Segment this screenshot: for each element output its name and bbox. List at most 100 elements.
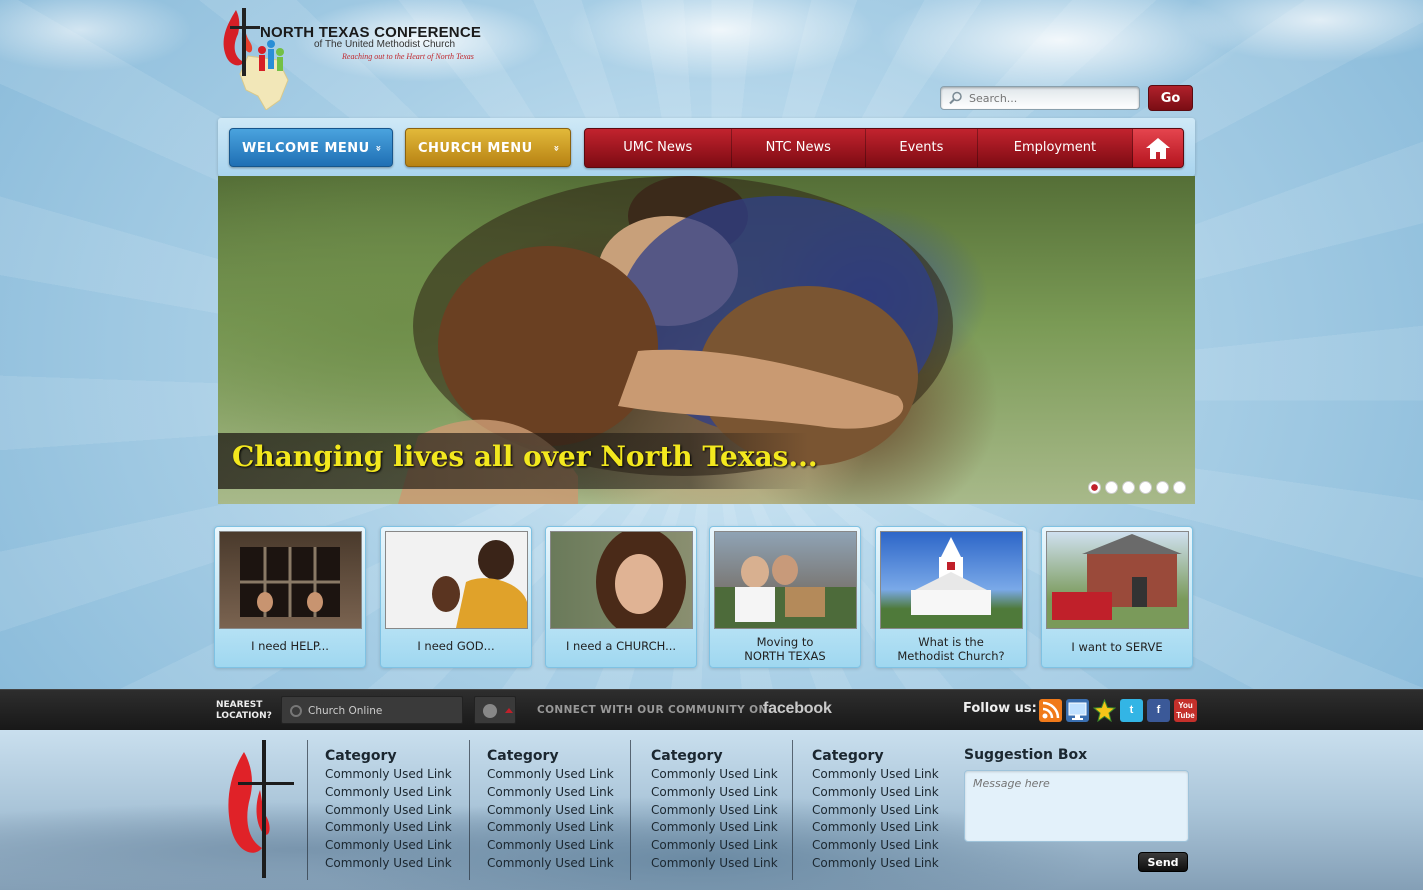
home-button[interactable] [1133, 129, 1183, 167]
slide-indicators [1088, 481, 1186, 494]
tile-image [880, 531, 1023, 629]
footer-category-heading: Category [812, 748, 884, 764]
chevron-down-icon[interactable]: » [359, 135, 398, 163]
location-globe-button[interactable] [474, 696, 516, 724]
slide-dot[interactable] [1156, 481, 1169, 494]
tile-image [385, 531, 528, 629]
welcome-menu-label: WELCOME MENU [242, 141, 370, 156]
location-pin-icon [290, 705, 302, 717]
footer-link[interactable]: Commonly Used Link [812, 784, 939, 802]
tile-moving-to-north-texas[interactable]: Moving to NORTH TEXAS [709, 526, 861, 668]
site-logo[interactable]: NORTH TEXAS CONFERENCE of The United Met… [218, 8, 481, 110]
suggestion-message-field[interactable] [964, 770, 1189, 842]
tile-need-church[interactable]: I need a CHURCH... [545, 526, 697, 668]
search-icon [949, 91, 962, 105]
footer-link[interactable]: Commonly Used Link [812, 855, 939, 873]
send-button[interactable]: Send [1138, 852, 1188, 872]
footer-link[interactable]: Commonly Used Link [325, 855, 452, 873]
footer-link[interactable]: Commonly Used Link [325, 819, 452, 837]
tile-label: I need GOD... [417, 639, 495, 653]
tile-image [219, 531, 362, 629]
location-field[interactable] [281, 696, 463, 724]
slide-dot[interactable] [1173, 481, 1186, 494]
footer-link[interactable]: Commonly Used Link [325, 784, 452, 802]
footer-link[interactable]: Commonly Used Link [487, 837, 614, 855]
monitor-icon[interactable] [1066, 699, 1089, 722]
search-box[interactable] [940, 86, 1140, 110]
slide-dot[interactable] [1139, 481, 1152, 494]
hero-slideshow[interactable]: Changing lives all over North Texas... [218, 176, 1195, 504]
facebook-link[interactable]: facebook [763, 700, 832, 718]
chevron-down-icon[interactable]: » [537, 135, 576, 163]
footer-column: Category Commonly Used Link Commonly Use… [651, 740, 778, 880]
feature-tiles: I need HELP... I need GOD... I need a CH… [214, 526, 1196, 668]
nav-item-umc-news[interactable]: UMC News [585, 129, 732, 167]
footer-link[interactable]: Commonly Used Link [487, 855, 614, 873]
footer-link[interactable]: Commonly Used Link [812, 819, 939, 837]
footer-category-heading: Category [487, 748, 559, 764]
suggestion-box-title: Suggestion Box [964, 747, 1088, 763]
cross-flame-icon [228, 740, 294, 878]
hero-caption: Changing lives all over North Texas... [232, 440, 818, 473]
tile-label: What is the Methodist Church? [897, 635, 1005, 663]
footer-link[interactable]: Commonly Used Link [487, 766, 614, 784]
tile-need-god[interactable]: I need GOD... [380, 526, 532, 668]
footer-link[interactable]: Commonly Used Link [487, 802, 614, 820]
footer-link[interactable]: Commonly Used Link [651, 802, 778, 820]
tile-label: I need a CHURCH... [565, 639, 677, 653]
globe-icon [483, 704, 497, 718]
footer-link[interactable]: Commonly Used Link [487, 819, 614, 837]
tile-label: I want to SERVE [1071, 640, 1163, 654]
church-menu-label: CHURCH MENU [418, 141, 533, 156]
nav-item-employment[interactable]: Employment [978, 129, 1134, 167]
tile-image [714, 531, 857, 629]
welcome-menu-button[interactable]: WELCOME MENU » [229, 128, 393, 167]
tile-want-to-serve[interactable]: I want to SERVE [1041, 526, 1193, 668]
youtube-icon[interactable]: You Tube [1174, 699, 1197, 722]
footer-divider [469, 740, 470, 880]
facebook-icon[interactable]: f [1147, 699, 1170, 722]
footer-category-heading: Category [651, 748, 723, 764]
footer-link[interactable]: Commonly Used Link [651, 819, 778, 837]
nav-item-events[interactable]: Events [866, 129, 978, 167]
church-menu-button[interactable]: CHURCH MENU » [405, 128, 571, 167]
footer-link[interactable]: Commonly Used Link [812, 837, 939, 855]
footer-divider [630, 740, 631, 880]
footer-link[interactable]: Commonly Used Link [812, 766, 939, 784]
main-navigation: WELCOME MENU » CHURCH MENU » UMC News NT… [218, 118, 1195, 176]
footer-link[interactable]: Commonly Used Link [812, 802, 939, 820]
footer-divider [307, 740, 308, 880]
logo-tagline: Reaching out to the Heart of North Texas [342, 52, 474, 61]
search-go-button[interactable]: Go [1148, 85, 1193, 111]
footer-link[interactable]: Commonly Used Link [487, 784, 614, 802]
nearest-location-label: NEAREST LOCATION? [216, 700, 272, 721]
slide-dot[interactable] [1122, 481, 1135, 494]
tile-what-is-methodist-church[interactable]: What is the Methodist Church? [875, 526, 1027, 668]
footer-link[interactable]: Commonly Used Link [325, 837, 452, 855]
slide-dot[interactable] [1088, 481, 1101, 494]
rss-icon[interactable] [1039, 699, 1062, 722]
social-bar: NEARESTLOCATION? CONNECT WITH OUR COMMUN… [0, 689, 1423, 730]
search-input[interactable] [969, 89, 1135, 107]
footer-column: Category Commonly Used Link Commonly Use… [487, 740, 614, 880]
logo-subtitle: of The United Methodist Church [314, 39, 456, 50]
footer-link[interactable]: Commonly Used Link [651, 766, 778, 784]
tile-need-help[interactable]: I need HELP... [214, 526, 366, 668]
footer-link[interactable]: Commonly Used Link [651, 837, 778, 855]
star-icon[interactable] [1092, 698, 1117, 723]
tile-image [550, 527, 693, 637]
footer-link[interactable]: Commonly Used Link [325, 766, 452, 784]
footer-link[interactable]: Commonly Used Link [651, 855, 778, 873]
footer-link[interactable]: Commonly Used Link [325, 802, 452, 820]
follow-us-label: Follow us: [963, 701, 1037, 716]
nav-item-ntc-news[interactable]: NTC News [732, 129, 867, 167]
tile-label: Moving to NORTH TEXAS [744, 635, 826, 663]
twitter-icon[interactable]: t [1120, 699, 1143, 722]
slide-dot[interactable] [1105, 481, 1118, 494]
footer-link[interactable]: Commonly Used Link [651, 784, 778, 802]
tile-label: I need HELP... [251, 639, 329, 653]
connect-community-text: CONNECT WITH OUR COMMUNITY ON [537, 704, 768, 716]
social-icons: t f You Tube [1039, 698, 1197, 723]
footer-column: Category Commonly Used Link Commonly Use… [812, 740, 939, 880]
location-input[interactable] [308, 703, 458, 719]
